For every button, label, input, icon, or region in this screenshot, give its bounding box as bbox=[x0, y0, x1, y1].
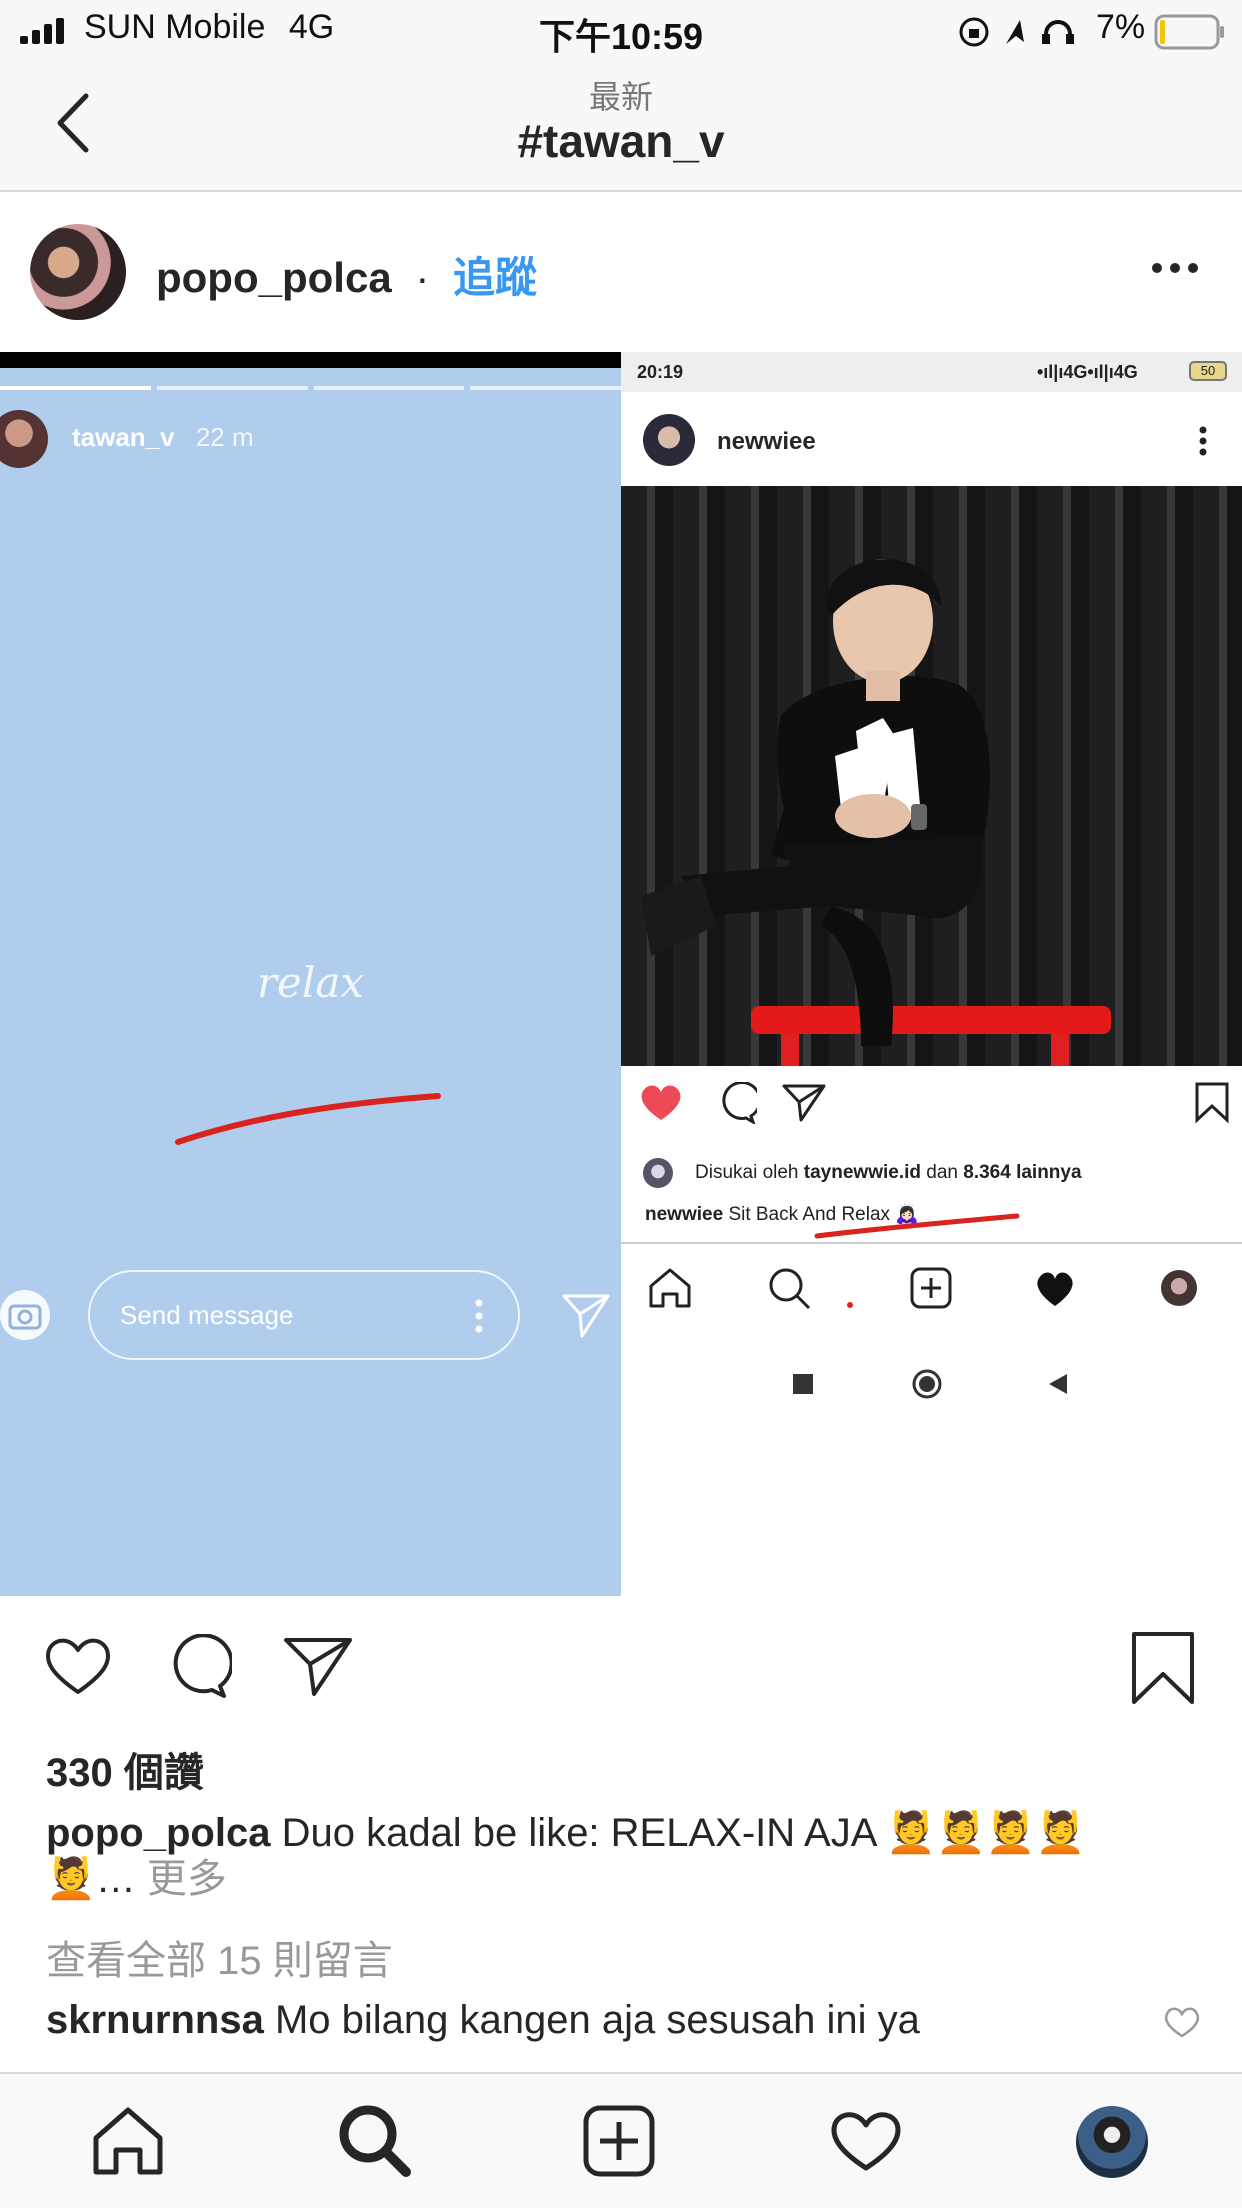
red-underline-mark bbox=[175, 1093, 441, 1145]
add-post-icon[interactable] bbox=[582, 2104, 656, 2178]
battery-icon bbox=[1154, 14, 1224, 50]
story-sticker-text: relax bbox=[256, 958, 365, 1007]
more-link[interactable]: 更多 bbox=[147, 1857, 227, 1901]
page-title: #tawan_v bbox=[517, 115, 725, 167]
caption-text-line2: 💆… bbox=[46, 1857, 147, 1901]
inner-notification-dot bbox=[847, 1302, 853, 1308]
send-message-placeholder: Send message bbox=[120, 1300, 294, 1330]
bottom-tab-bar bbox=[0, 2072, 1242, 2208]
post-header: popo_polca · 追蹤 bbox=[0, 192, 1242, 352]
heart-icon[interactable] bbox=[42, 1634, 114, 1698]
inner-add-icon bbox=[910, 1267, 952, 1309]
story-time: 22 m bbox=[195, 422, 254, 452]
battery-percent: 7% bbox=[1096, 8, 1146, 46]
comment-username[interactable]: skrnurnnsa bbox=[46, 1998, 264, 2042]
nav-header: 最新 #tawan_v bbox=[0, 62, 1242, 192]
comment-icon[interactable] bbox=[162, 1634, 232, 1700]
inner-profile-avatar bbox=[1161, 1270, 1197, 1306]
liked-by-avatar bbox=[643, 1158, 673, 1188]
inner-heart-icon bbox=[641, 1085, 681, 1120]
inner-share-icon bbox=[782, 1084, 826, 1122]
story-avatar bbox=[0, 410, 48, 468]
inner-time: 20:19 bbox=[637, 362, 684, 382]
inner-search-icon bbox=[769, 1268, 811, 1310]
inner-home-icon bbox=[649, 1268, 691, 1308]
inner-red-underline-mark bbox=[814, 1213, 1020, 1239]
inner-username: newwiee bbox=[717, 428, 816, 455]
activity-heart-icon[interactable] bbox=[828, 2108, 904, 2174]
android-home-icon bbox=[912, 1369, 942, 1399]
post-username[interactable]: popo_polca bbox=[156, 254, 392, 301]
android-recents-icon bbox=[793, 1374, 813, 1394]
bookmark-icon[interactable] bbox=[1130, 1630, 1196, 1706]
person-figure bbox=[641, 559, 1111, 1066]
status-bar: SUN Mobile 4G 下午10:59 7% bbox=[0, 0, 1242, 62]
inner-status-bar: 20:19 •ıl|ı4G•ıl|ı4G 50 bbox=[621, 352, 1242, 392]
android-back-icon bbox=[1049, 1374, 1067, 1394]
search-icon[interactable] bbox=[336, 2102, 412, 2178]
send-message-field: Send message bbox=[88, 1270, 520, 1360]
liked-by-text: Disukai oleh taynewwie.id dan 8.364 lain… bbox=[695, 1162, 1082, 1183]
inner-battery: 50 bbox=[1189, 361, 1227, 381]
caption-text: Duo kadal be like: RELAX-IN AJA 💆💆💆💆 bbox=[281, 1811, 1086, 1855]
inner-more-icon bbox=[1199, 426, 1207, 456]
inner-bookmark-icon bbox=[1195, 1082, 1229, 1124]
android-nav-bar bbox=[621, 1336, 1242, 1436]
view-all-comments-link[interactable]: 查看全部 15 則留言 bbox=[46, 1928, 393, 1986]
story-send-icon bbox=[562, 1294, 610, 1338]
like-count[interactable]: 330 個讚 bbox=[46, 1740, 204, 1798]
inner-status-right: •ıl|ı4G•ıl|ı4G bbox=[1037, 362, 1138, 382]
inner-comment-icon bbox=[722, 1082, 757, 1124]
status-icons bbox=[959, 17, 1074, 47]
caption-username[interactable]: popo_polca bbox=[46, 1811, 270, 1855]
ellipsis-icon[interactable] bbox=[1152, 262, 1198, 274]
inner-tab-bar bbox=[621, 1242, 1242, 1336]
profile-avatar[interactable] bbox=[1076, 2106, 1148, 2178]
camera-icon bbox=[0, 1290, 50, 1340]
story-more-icon bbox=[475, 1299, 483, 1333]
comment-like-icon[interactable] bbox=[1162, 2004, 1202, 2040]
story-progress bbox=[0, 386, 621, 390]
post-caption: popo_polca Duo kadal be like: RELAX-IN A… bbox=[46, 1810, 1206, 1902]
story-username: tawan_v bbox=[72, 422, 175, 452]
inner-avatar bbox=[643, 414, 695, 466]
story-screenshot: tawan_v 22 m relax Send message bbox=[0, 352, 621, 1596]
follow-button[interactable]: 追蹤 bbox=[453, 254, 537, 301]
nav-subtitle: 最新 bbox=[588, 79, 653, 115]
story-top-bar bbox=[0, 352, 621, 368]
inner-photo bbox=[621, 486, 1242, 1066]
post-media[interactable]: tawan_v 22 m relax Send message 20:19 •ı… bbox=[0, 352, 1242, 1596]
post-screenshot: 20:19 •ıl|ı4G•ıl|ı4G 50 newwiee Disukai … bbox=[621, 352, 1242, 1596]
paper-plane-icon[interactable] bbox=[282, 1634, 354, 1698]
separator-dot: · bbox=[415, 254, 430, 301]
comment-row: skrnurnnsa Mo bilang kangen aja sesusah … bbox=[46, 1998, 920, 2043]
comment-text: Mo bilang kangen aja sesusah ini ya bbox=[274, 1998, 920, 2042]
avatar[interactable] bbox=[30, 224, 126, 320]
home-icon[interactable] bbox=[90, 2104, 166, 2178]
inner-activity-icon bbox=[1037, 1272, 1073, 1306]
